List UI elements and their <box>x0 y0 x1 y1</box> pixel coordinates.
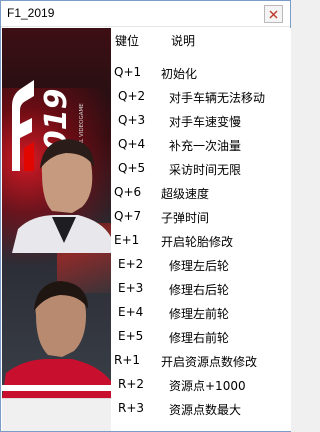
hotkey-list: 键位 说明 Q+1 初始化 Q+2 对手车辆无法移动 Q+3 对手车速变慢 Q+… <box>111 28 291 431</box>
hotkey-description: 初始化 <box>161 67 198 81</box>
hotkey-description: 子弹时间 <box>161 211 210 225</box>
hotkey-description: 开启资源点数修改 <box>161 355 258 369</box>
hotkey-key: R+1 <box>114 353 141 367</box>
list-item[interactable]: Q+7 子弹时间 <box>111 204 291 228</box>
hotkey-key: Q+3 <box>118 113 146 127</box>
hotkey-description: 超级速度 <box>161 187 210 201</box>
hotkey-key: R+2 <box>118 377 145 391</box>
hotkey-description: 采访时间无限 <box>169 163 242 177</box>
hotkey-key: Q+4 <box>118 137 146 151</box>
title-bar[interactable]: F1_2019 <box>1 1 290 27</box>
hotkey-key: Q+6 <box>114 185 142 199</box>
list-item[interactable]: Q+5 采访时间无限 <box>111 156 291 180</box>
list-item[interactable]: Q+3 对手车速变慢 <box>111 108 291 132</box>
game-cover-image: 2019 THE OFFICIAL VIDEOGAME <box>2 28 111 398</box>
hotkey-description: 开启轮胎修改 <box>161 235 234 249</box>
list-item[interactable]: Q+1 初始化 <box>111 60 291 84</box>
close-icon <box>269 10 278 18</box>
list-item[interactable]: E+3 修理右后轮 <box>111 276 291 300</box>
hotkey-key: Q+2 <box>118 89 146 103</box>
hotkey-description: 修理右前轮 <box>169 331 230 345</box>
list-item[interactable]: E+1 开启轮胎修改 <box>111 228 291 252</box>
list-item[interactable]: R+1 开启资源点数修改 <box>111 348 291 372</box>
hotkey-key: E+3 <box>118 281 144 295</box>
list-item[interactable]: E+4 修理左前轮 <box>111 300 291 324</box>
header-key-column: 键位 <box>115 34 140 48</box>
hotkey-key: Q+5 <box>118 161 146 175</box>
list-item[interactable]: E+2 修理左后轮 <box>111 252 291 276</box>
list-item[interactable]: Q+6 超级速度 <box>111 180 291 204</box>
hotkey-description: 资源点数最大 <box>169 403 242 417</box>
hotkey-key: E+4 <box>118 305 144 319</box>
hotkey-key: Q+1 <box>114 65 142 79</box>
driver-portrait-bottom <box>2 281 111 398</box>
trainer-window: F1_2019 2019 THE OFFICIAL VIDEOGAME 键位 说… <box>0 0 291 432</box>
list-item[interactable]: Q+2 对手车辆无法移动 <box>111 84 291 108</box>
hotkey-description: 资源点+1000 <box>169 379 246 393</box>
hotkey-description: 对手车速变慢 <box>169 115 242 129</box>
list-item[interactable]: R+2 资源点+1000 <box>111 372 291 396</box>
hotkey-key: E+2 <box>118 257 144 271</box>
hotkey-description: 补充一次油量 <box>169 139 242 153</box>
driver-portrait-top <box>12 139 111 253</box>
list-item[interactable]: Q+4 补充一次油量 <box>111 132 291 156</box>
hotkey-description: 修理右后轮 <box>169 283 230 297</box>
hotkey-key: E+1 <box>114 233 140 247</box>
hotkey-key: R+3 <box>118 401 145 415</box>
header-description-column: 说明 <box>171 34 196 48</box>
image-scrollbar-area <box>2 398 111 431</box>
list-item[interactable]: R+3 资源点数最大 <box>111 396 291 420</box>
list-item[interactable]: E+5 修理右前轮 <box>111 324 291 348</box>
window-title: F1_2019 <box>7 6 55 20</box>
hotkey-description: 对手车辆无法移动 <box>169 91 266 105</box>
close-button[interactable] <box>264 5 283 23</box>
hotkey-description: 修理左后轮 <box>169 259 230 273</box>
hotkey-key: E+5 <box>118 329 144 343</box>
hotkey-description: 修理左前轮 <box>169 307 230 321</box>
list-header: 键位 说明 <box>111 28 291 50</box>
hotkey-key: Q+7 <box>114 209 142 223</box>
